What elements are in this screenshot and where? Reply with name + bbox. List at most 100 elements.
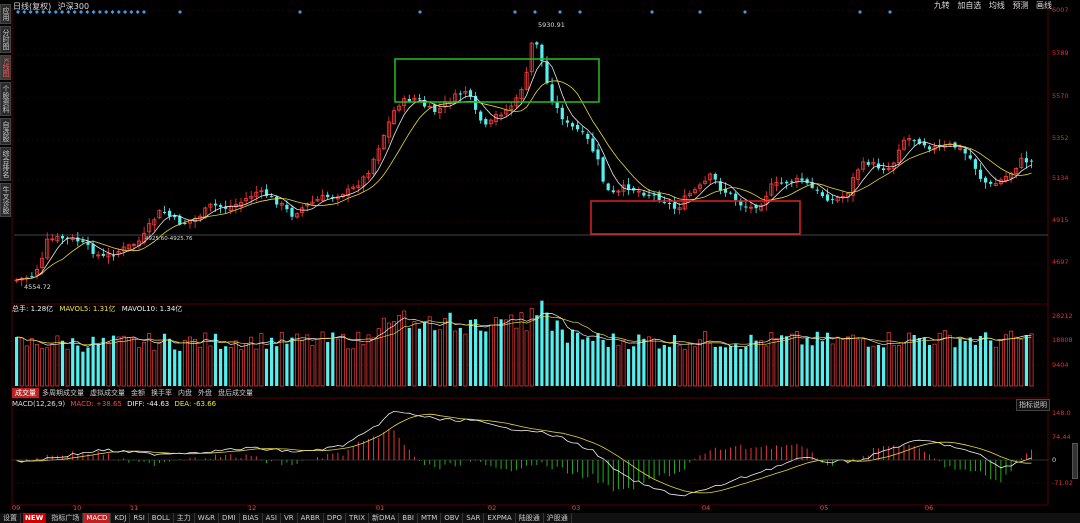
volume-bar [270, 337, 274, 386]
signal-diamond [97, 10, 102, 14]
vtab-virtual[interactable]: 虚拟成交量 [87, 388, 128, 398]
volume-bar [168, 338, 172, 386]
indicator-tab[interactable]: BOLL [149, 513, 174, 523]
volume-bar [407, 327, 411, 386]
candle-body [963, 148, 967, 154]
indicator-tab[interactable]: BBI [399, 513, 418, 523]
volume-bar [759, 340, 764, 387]
signal-diamond [858, 10, 862, 14]
volume-bar [642, 338, 646, 386]
volume-tick: 18808 [1052, 336, 1073, 344]
volume-bar [479, 330, 483, 386]
vtab-outer[interactable]: 外盘 [195, 388, 215, 398]
indicator-tab[interactable]: EXPMA [484, 513, 516, 523]
indicator-tab[interactable]: 陆股通 [516, 513, 544, 523]
volume-bar [912, 334, 916, 386]
indicator-tab[interactable]: KDJ [111, 513, 131, 523]
vtab-after-hours[interactable]: 盘后成交量 [215, 388, 256, 398]
volume-bar [692, 346, 697, 387]
red-highlight-box [590, 200, 801, 235]
signal-diamond [72, 10, 77, 14]
signal-diamond [34, 10, 39, 14]
signal-markers [16, 10, 892, 14]
volume-bar [346, 348, 351, 387]
indicator-tab[interactable]: DPO [324, 513, 347, 523]
indicator-tab[interactable]: ASI [263, 513, 281, 523]
candle-body [978, 169, 983, 179]
indicator-tab[interactable]: 新DMA [369, 513, 400, 523]
candle-body [581, 131, 585, 133]
vtab-multi-period[interactable]: 多周期成交量 [39, 388, 87, 398]
indicator-tab[interactable]: MACD [83, 513, 112, 523]
volume-bar [305, 334, 310, 387]
volume-bar [591, 340, 595, 386]
indicator-tab[interactable]: W&R [195, 513, 220, 523]
indicator-tab[interactable]: BIAS [240, 513, 263, 523]
indicator-tab[interactable]: SAR [463, 513, 485, 523]
candle-body [882, 168, 886, 171]
candle-body [790, 181, 794, 183]
volume-bar [835, 336, 840, 387]
vtab-inner[interactable]: 内盘 [175, 388, 195, 398]
macd-legend: MACD(12,26,9) MACD: +38.65 DIFF: -44.63 … [12, 400, 216, 408]
signal-diamond [888, 10, 892, 14]
volume-bar [718, 346, 722, 386]
candle-body [820, 192, 824, 197]
volume-ma10: MAVOL10: 1.34亿 [121, 305, 183, 313]
candle-body [183, 223, 187, 225]
indicator-tab[interactable]: NEW [23, 513, 47, 523]
volume-bar [825, 332, 830, 386]
volume-bar [754, 340, 758, 386]
candle-body [785, 181, 789, 184]
volume-bar [448, 312, 452, 386]
indicator-tab[interactable]: 指标广场 [48, 513, 84, 523]
volume-bar [275, 346, 279, 386]
indicator-tab[interactable]: 设置 [0, 513, 21, 523]
indicator-explain-button[interactable]: 指标说明 [1016, 399, 1050, 411]
volume-bar [458, 327, 462, 386]
candle-body [60, 235, 65, 239]
signal-diamond [513, 10, 517, 14]
indicator-tab[interactable]: ARBR [298, 513, 324, 523]
volume-bar [576, 332, 580, 386]
signal-diamond [22, 10, 27, 14]
candle-body [866, 162, 870, 165]
volume-bar [65, 348, 70, 387]
indicator-tab[interactable]: OBV [441, 513, 464, 523]
price-moving-averages [16, 60, 1032, 281]
signal-diamond [578, 10, 582, 14]
ma10-line [16, 80, 1032, 281]
chart-canvas[interactable]: 4925.60-4925.76 5930.91 4554.72 6007 578… [0, 0, 1080, 513]
candlesticks[interactable] [14, 41, 1034, 287]
price-tick: 4697 [1052, 258, 1069, 266]
volume-bar [708, 343, 713, 387]
green-highlight-box [394, 58, 600, 103]
volume-bar [652, 338, 657, 387]
candle-body [484, 119, 488, 125]
indicator-tab[interactable]: TRIX [346, 513, 370, 523]
volume-bar [504, 319, 509, 387]
candle-body [744, 206, 748, 208]
volume-bar [366, 334, 371, 387]
vtab-turnover[interactable]: 换手率 [148, 388, 175, 398]
signal-diamond [698, 10, 702, 14]
volume-bar [734, 344, 738, 386]
volume-bar [233, 340, 238, 387]
volume-bar [142, 342, 147, 387]
candle-body [1029, 160, 1034, 162]
volume-bar [24, 345, 29, 387]
volume-bar [488, 324, 493, 387]
indicator-tab[interactable]: 沪股通 [544, 513, 572, 523]
indicator-tab[interactable]: VR [281, 513, 298, 523]
volume-bar [310, 345, 315, 387]
indicator-tab[interactable]: DMI [219, 513, 240, 523]
vtab-volume[interactable]: 成交量 [12, 388, 39, 398]
indicator-tab[interactable]: 主力 [174, 513, 195, 523]
indicator-tab[interactable]: RSI [130, 513, 149, 523]
scroll-handle[interactable] [1072, 443, 1078, 479]
price-tick: 5570 [1052, 92, 1069, 100]
vtab-amount[interactable]: 金额 [128, 388, 148, 398]
price-tick: 5352 [1052, 134, 1069, 142]
candle-body [780, 182, 784, 184]
indicator-tab[interactable]: MTM [418, 513, 442, 523]
